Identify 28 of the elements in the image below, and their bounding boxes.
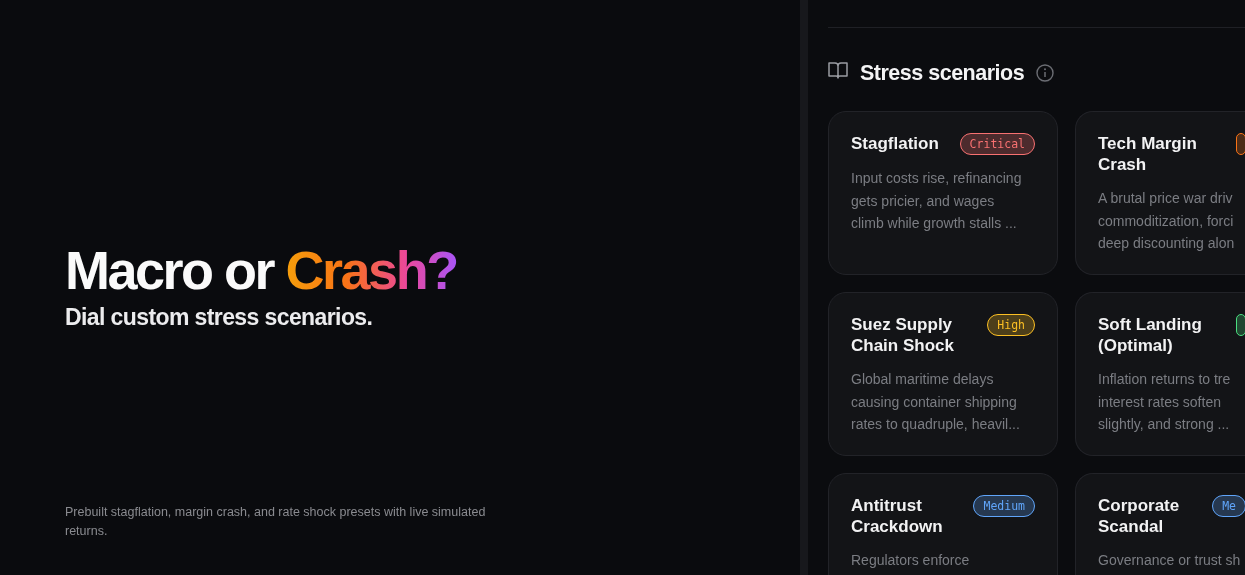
section-title: Stress scenarios: [860, 60, 1025, 86]
scenario-description: Regulators enforce: [851, 551, 971, 570]
scenario-card[interactable]: Antitrust Crackdown Medium Regulators enforce: [828, 473, 1058, 575]
info-icon[interactable]: [1036, 64, 1055, 82]
scenario-card[interactable]: Corporate Scandal Me Governance or trust sh: [1075, 473, 1245, 575]
scenario-description: A brutal price war driv commoditization, forci deep discounting alon: [1098, 189, 1236, 253]
scenario-title: Tech Margin Crash: [1098, 134, 1198, 175]
severity-badge: Medium: [973, 495, 1035, 517]
scenario-description: Governance or trust sh: [1098, 551, 1242, 570]
scenario-description: Global maritime delays causing container shipping rates to quadruple, heavil...: [851, 370, 1021, 434]
hero-footnote: Prebuilt stagflation, margin crash, and rate shock presets with live simulated returns.: [65, 504, 487, 540]
scenario-title: Corporate Scandal: [1098, 496, 1181, 537]
scenario-title: Soft Landing (Optimal): [1098, 315, 1203, 356]
hero-subtitle: Dial custom stress scenarios.: [65, 304, 374, 331]
scenario-description: Inflation returns to tre interest rates soften slightly, and strong ...: [1098, 370, 1232, 434]
severity-badge: Critical: [959, 133, 1035, 155]
scenario-card[interactable]: Tech Margin Crash A brutal price war driv commoditization, forci deep discounting alon: [1075, 111, 1245, 275]
severity-badge: Me: [1212, 495, 1245, 517]
scenario-title: Stagflation: [851, 134, 940, 155]
severity-badge: High: [987, 314, 1035, 336]
scenario-card[interactable]: Stagflation Critical Input costs rise, refinancing gets pricier, and wages climb while growth stalls ...: [828, 111, 1058, 275]
scenario-card[interactable]: Soft Landing (Optimal) Inflation returns to tre interest rates soften slightly, and strong ...: [1075, 292, 1245, 456]
scenario-title: Antitrust Crackdown: [851, 496, 944, 537]
hero-title: Macro or Crash?: [65, 239, 458, 302]
book-icon: [828, 61, 848, 79]
scenario-description: Input costs rise, refinancing gets pricier, and wages climb while growth stalls ...: [851, 169, 1023, 233]
scenario-card[interactable]: Suez Supply Chain Shock High Global maritime delays causing container shipping rates to quadruple, heavil...: [828, 292, 1058, 456]
scenario-title: Suez Supply Chain Shock: [851, 315, 955, 356]
